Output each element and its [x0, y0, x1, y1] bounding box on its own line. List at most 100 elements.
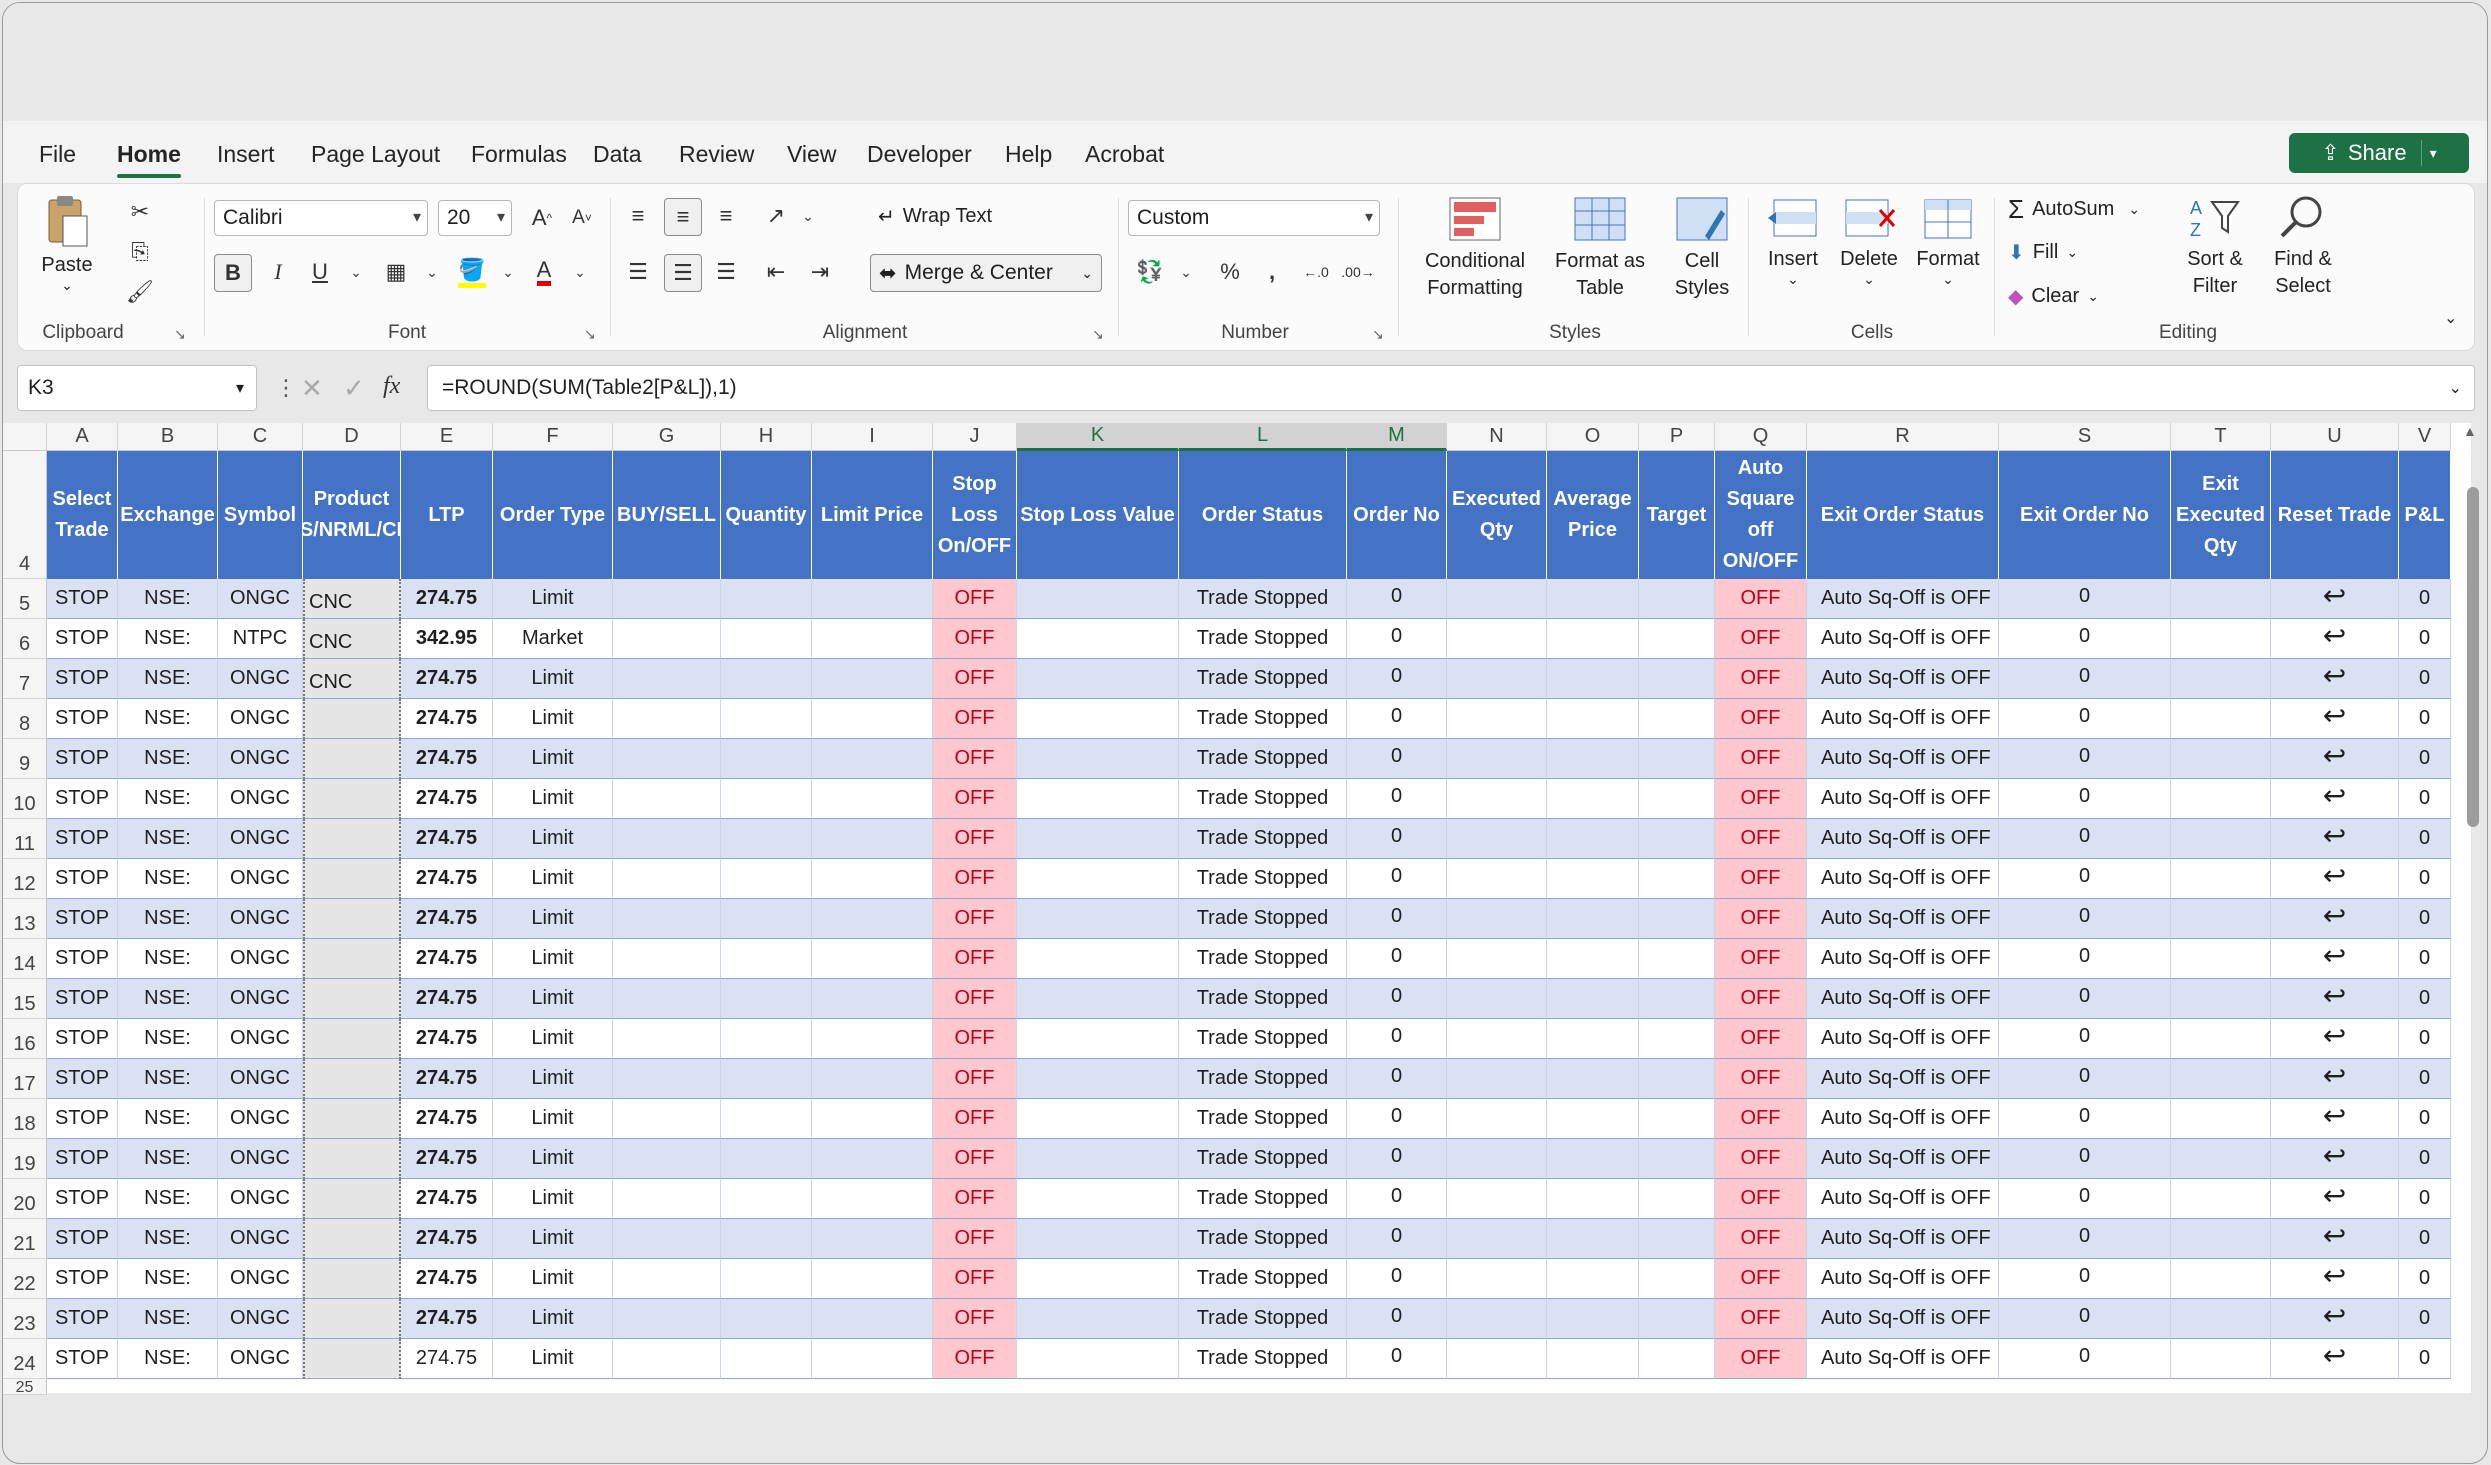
reset-trade-cell[interactable]: ↩	[2271, 779, 2399, 819]
reset-trade-cell[interactable]: ↩	[2271, 939, 2399, 979]
undo-arrow-icon[interactable]: ↩	[2323, 739, 2346, 772]
dialog-launcher-icon[interactable]: ↘	[174, 326, 186, 343]
find-select-button[interactable]: Find & Select	[2262, 194, 2344, 300]
paste-button[interactable]: Paste ⌄	[32, 194, 102, 294]
undo-arrow-icon[interactable]: ↩	[2323, 699, 2346, 732]
decrease-indent-icon[interactable]: ⇤	[758, 254, 794, 290]
select-trade-cell[interactable]: STOP	[47, 1299, 118, 1339]
select-all-corner[interactable]	[3, 423, 47, 451]
collapse-ribbon-icon[interactable]: ⌄	[2444, 308, 2457, 328]
reset-trade-cell[interactable]: ↩	[2271, 1259, 2399, 1299]
tab-file[interactable]: File	[39, 141, 76, 168]
copy-icon[interactable]: ⎘	[122, 234, 158, 270]
undo-arrow-icon[interactable]: ↩	[2323, 579, 2346, 612]
more-options-icon[interactable]: ⋮	[275, 375, 297, 401]
reset-trade-cell[interactable]: ↩	[2271, 1059, 2399, 1099]
cancel-icon[interactable]: ✕	[301, 373, 323, 404]
tab-developer[interactable]: Developer	[867, 141, 972, 168]
row-header[interactable]: 5	[3, 579, 47, 619]
dialog-launcher-icon[interactable]: ↘	[1372, 326, 1384, 343]
wrap-text-button[interactable]: ↵ Wrap Text	[878, 204, 992, 229]
percent-style-icon[interactable]: %	[1212, 254, 1248, 290]
column-header-B[interactable]: B	[118, 423, 218, 451]
increase-decimal-icon[interactable]: ←.0	[1298, 254, 1334, 290]
undo-arrow-icon[interactable]: ↩	[2323, 659, 2346, 692]
clear-button[interactable]: ◆ Clear ⌄	[2008, 284, 2099, 309]
reset-trade-cell[interactable]: ↩	[2271, 1339, 2399, 1379]
reset-trade-cell[interactable]: ↩	[2271, 979, 2399, 1019]
formula-input[interactable]: =ROUND(SUM(Table2[P&L]),1) ⌄	[427, 365, 2475, 411]
column-header-K[interactable]: K	[1017, 423, 1179, 451]
column-header-I[interactable]: I	[812, 423, 933, 451]
format-painter-icon[interactable]: 🖌	[122, 274, 158, 310]
comma-style-icon[interactable]: ,	[1254, 254, 1290, 290]
align-left-icon[interactable]: ☰	[620, 254, 656, 290]
cut-icon[interactable]: ✂	[122, 194, 158, 230]
align-center-icon[interactable]: ☰	[664, 254, 702, 292]
column-header-E[interactable]: E	[401, 423, 493, 451]
tab-formulas[interactable]: Formulas	[471, 141, 567, 168]
tab-view[interactable]: View	[787, 141, 836, 168]
row-header[interactable]: 13	[3, 899, 47, 939]
borders-icon[interactable]: ▦	[378, 254, 414, 290]
select-trade-cell[interactable]: STOP	[47, 939, 118, 979]
column-header-D[interactable]: D	[303, 423, 401, 451]
reset-trade-cell[interactable]: ↩	[2271, 739, 2399, 779]
column-header-O[interactable]: O	[1547, 423, 1639, 451]
dialog-launcher-icon[interactable]: ↘	[584, 326, 596, 343]
row-header[interactable]: 25	[3, 1379, 47, 1396]
autosum-button[interactable]: Σ AutoSum ⌄	[2008, 194, 2140, 225]
select-trade-cell[interactable]: STOP	[47, 819, 118, 859]
align-middle-icon[interactable]: ≡	[664, 198, 702, 236]
chevron-down-icon[interactable]: ⌄	[414, 254, 450, 290]
undo-arrow-icon[interactable]: ↩	[2323, 1139, 2346, 1172]
font-name-select[interactable]: Calibri ▾	[214, 200, 428, 236]
row-header[interactable]: 17	[3, 1059, 47, 1099]
row-header[interactable]: 9	[3, 739, 47, 779]
chevron-down-icon[interactable]: ⌄	[338, 254, 374, 290]
italic-button[interactable]: I	[260, 254, 296, 290]
row-header[interactable]: 19	[3, 1139, 47, 1179]
undo-arrow-icon[interactable]: ↩	[2323, 1019, 2346, 1052]
row-header[interactable]: 4	[3, 451, 47, 579]
increase-indent-icon[interactable]: ⇥	[802, 254, 838, 290]
reset-trade-cell[interactable]: ↩	[2271, 1099, 2399, 1139]
row-header[interactable]: 7	[3, 659, 47, 699]
column-header-R[interactable]: R	[1807, 423, 1999, 451]
column-header-U[interactable]: U	[2271, 423, 2399, 451]
tab-review[interactable]: Review	[679, 141, 754, 168]
dialog-launcher-icon[interactable]: ↘	[1092, 326, 1104, 343]
font-size-select[interactable]: 20 ▾	[438, 200, 512, 236]
number-format-select[interactable]: Custom ▾	[1128, 200, 1380, 236]
row-header[interactable]: 8	[3, 699, 47, 739]
font-color-icon[interactable]: A	[526, 254, 562, 290]
select-trade-cell[interactable]: STOP	[47, 1059, 118, 1099]
column-header-J[interactable]: J	[933, 423, 1017, 451]
cell-styles-button[interactable]: Cell Styles	[1662, 196, 1742, 302]
column-header-T[interactable]: T	[2171, 423, 2271, 451]
column-header-A[interactable]: A	[47, 423, 118, 451]
select-trade-cell[interactable]: STOP	[47, 579, 118, 619]
select-trade-cell[interactable]: STOP	[47, 1339, 118, 1379]
tab-acrobat[interactable]: Acrobat	[1085, 141, 1164, 168]
row-header[interactable]: 12	[3, 859, 47, 899]
reset-trade-cell[interactable]: ↩	[2271, 899, 2399, 939]
fill-button[interactable]: ⬇ Fill ⌄	[2008, 240, 2078, 265]
decrease-decimal-icon[interactable]: .00→	[1340, 254, 1376, 290]
select-trade-cell[interactable]: STOP	[47, 1139, 118, 1179]
chevron-down-icon[interactable]: ▾	[2430, 145, 2437, 162]
select-trade-cell[interactable]: STOP	[47, 979, 118, 1019]
delete-cells-button[interactable]: Delete ⌄	[1834, 196, 1904, 288]
sort-filter-button[interactable]: AZ Sort & Filter	[2176, 194, 2254, 300]
select-trade-cell[interactable]: STOP	[47, 1019, 118, 1059]
reset-trade-cell[interactable]: ↩	[2271, 659, 2399, 699]
undo-arrow-icon[interactable]: ↩	[2323, 899, 2346, 932]
scroll-up-icon[interactable]: ▲	[2463, 423, 2481, 439]
select-trade-cell[interactable]: STOP	[47, 699, 118, 739]
worksheet-grid[interactable]: A B C D E F G H I J K L M N O P Q R S T U V 4 Select Trade Excha…	[3, 423, 2471, 1396]
undo-arrow-icon[interactable]: ↩	[2323, 619, 2346, 652]
tab-insert[interactable]: Insert	[217, 141, 275, 168]
select-trade-cell[interactable]: STOP	[47, 1219, 118, 1259]
select-trade-cell[interactable]: STOP	[47, 619, 118, 659]
column-header-P[interactable]: P	[1639, 423, 1715, 451]
